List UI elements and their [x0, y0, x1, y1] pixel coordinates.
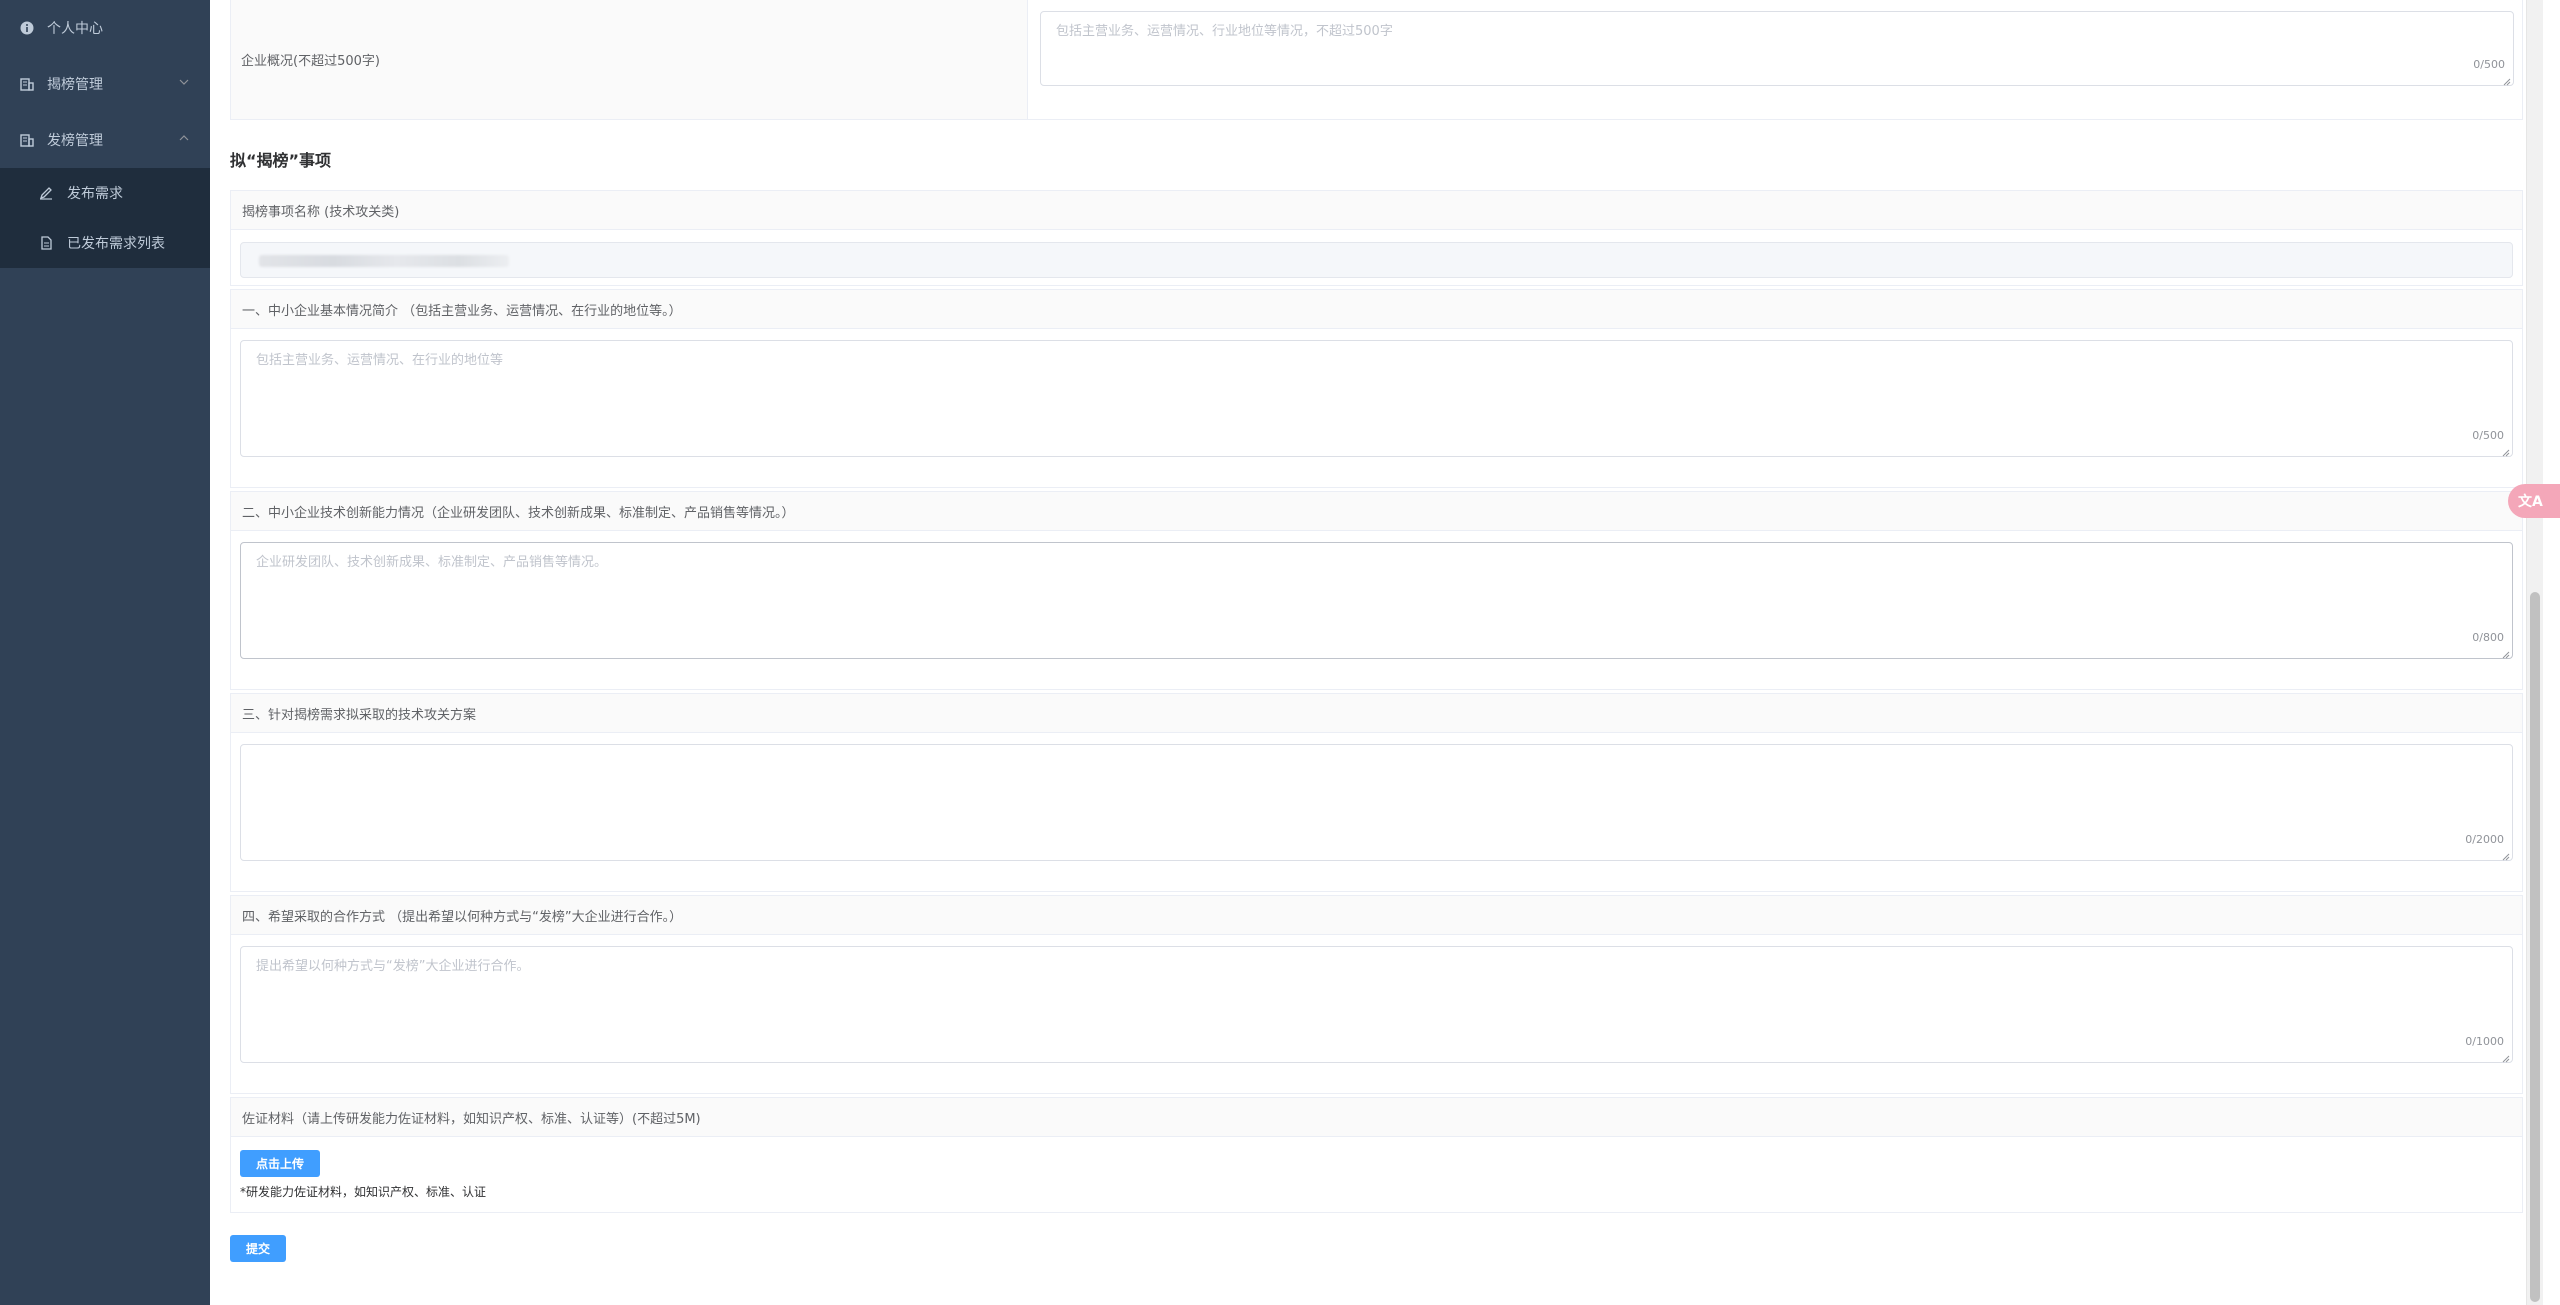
- company-overview-label: 企业概况(不超过500字): [231, 0, 1028, 119]
- sidebar-item-label: 已发布需求列表: [67, 236, 165, 252]
- sidebar-item-label: 揭榜管理: [47, 77, 103, 93]
- scrollbar[interactable]: [2526, 0, 2543, 1305]
- sidebar: 个人中心 揭榜管理 发榜管理 发布需求 已发布需求列表: [0, 0, 210, 1305]
- project-name-input: [240, 242, 2513, 278]
- company-overview-row: 企业概况(不超过500字) 包括主营业务、运营情况、行业地位等情况，不超过500…: [230, 0, 2523, 120]
- building-icon: [19, 76, 35, 92]
- char-count: 0/500: [2473, 58, 2505, 71]
- innovation-textarea[interactable]: 企业研发团队、技术创新成果、标准制定、产品销售等情况。 0/800: [240, 542, 2513, 659]
- translate-icon: 文A: [2518, 494, 2543, 510]
- company-overview-textarea[interactable]: 包括主营业务、运营情况、行业地位等情况，不超过500字 0/500: [1040, 11, 2514, 86]
- placeholder: 提出希望以何种方式与“发榜”大企业进行合作。: [256, 959, 530, 974]
- chevron-up-icon: [178, 132, 190, 144]
- sidebar-item-unveil-management[interactable]: 揭榜管理: [0, 56, 210, 112]
- basic-info-textarea[interactable]: 包括主营业务、运营情况、在行业的地位等 0/500: [240, 340, 2513, 457]
- sidebar-item-publish-management[interactable]: 发榜管理: [0, 112, 210, 168]
- upload-button[interactable]: 点击上传: [240, 1150, 320, 1177]
- section-title: 拟“揭榜”事项: [230, 151, 332, 170]
- sidebar-item-published-list[interactable]: 已发布需求列表: [0, 218, 210, 268]
- scrollbar-thumb[interactable]: [2530, 592, 2540, 1302]
- document-icon: [38, 235, 54, 251]
- sidebar-item-profile[interactable]: 个人中心: [0, 0, 210, 56]
- placeholder: 包括主营业务、运营情况、在行业的地位等: [256, 353, 504, 368]
- blurred-value: [259, 255, 509, 267]
- edit-icon: [38, 185, 54, 201]
- resize-handle-icon[interactable]: [2502, 850, 2510, 861]
- evidence-label: 佐证材料（请上传研发能力佐证材料，如知识产权、标准、认证等）(不超过5M): [230, 1097, 2523, 1137]
- upload-hint: *研发能力佐证材料，如知识产权、标准、认证: [240, 1185, 487, 1199]
- char-count: 0/800: [2472, 631, 2504, 644]
- sidebar-item-label: 个人中心: [47, 21, 103, 37]
- cooperation-label: 四、希望采取的合作方式 （提出希望以何种方式与“发榜”大企业进行合作。）: [230, 895, 2523, 935]
- submenu-publish: 发布需求 已发布需求列表: [0, 168, 210, 268]
- resize-handle-icon[interactable]: [2502, 446, 2510, 457]
- char-count: 0/1000: [2465, 1035, 2504, 1048]
- resize-handle-icon[interactable]: [2502, 1052, 2510, 1063]
- project-name-label: 揭榜事项名称 (技术攻关类): [230, 190, 2523, 230]
- placeholder: 包括主营业务、运营情况、行业地位等情况，不超过500字: [1056, 24, 1393, 39]
- chevron-down-icon: [178, 76, 190, 88]
- resize-handle-icon[interactable]: [2503, 75, 2511, 86]
- char-count: 0/500: [2472, 429, 2504, 442]
- placeholder: 企业研发团队、技术创新成果、标准制定、产品销售等情况。: [256, 555, 608, 570]
- sidebar-item-label: 发榜管理: [47, 133, 103, 149]
- evidence-body: [230, 1137, 2523, 1213]
- sidebar-item-publish-demand[interactable]: 发布需求: [0, 168, 210, 218]
- innovation-label: 二、中小企业技术创新能力情况（企业研发团队、技术创新成果、标准制定、产品销售等情…: [230, 491, 2523, 531]
- info-icon: [19, 20, 35, 36]
- cooperation-textarea[interactable]: 提出希望以何种方式与“发榜”大企业进行合作。 0/1000: [240, 946, 2513, 1063]
- main-content: 企业概况(不超过500字) 包括主营业务、运营情况、行业地位等情况，不超过500…: [210, 0, 2543, 1305]
- sidebar-item-label: 发布需求: [67, 186, 123, 202]
- resize-handle-icon[interactable]: [2502, 648, 2510, 659]
- char-count: 0/2000: [2465, 833, 2504, 846]
- translate-button[interactable]: 文A: [2508, 484, 2560, 518]
- basic-info-label: 一、中小企业基本情况简介 （包括主营业务、运营情况、在行业的地位等。）: [230, 289, 2523, 329]
- building-icon: [19, 132, 35, 148]
- tech-plan-textarea[interactable]: 0/2000: [240, 744, 2513, 861]
- tech-plan-label: 三、针对揭榜需求拟采取的技术攻关方案: [230, 693, 2523, 733]
- submit-button[interactable]: 提交: [230, 1235, 286, 1262]
